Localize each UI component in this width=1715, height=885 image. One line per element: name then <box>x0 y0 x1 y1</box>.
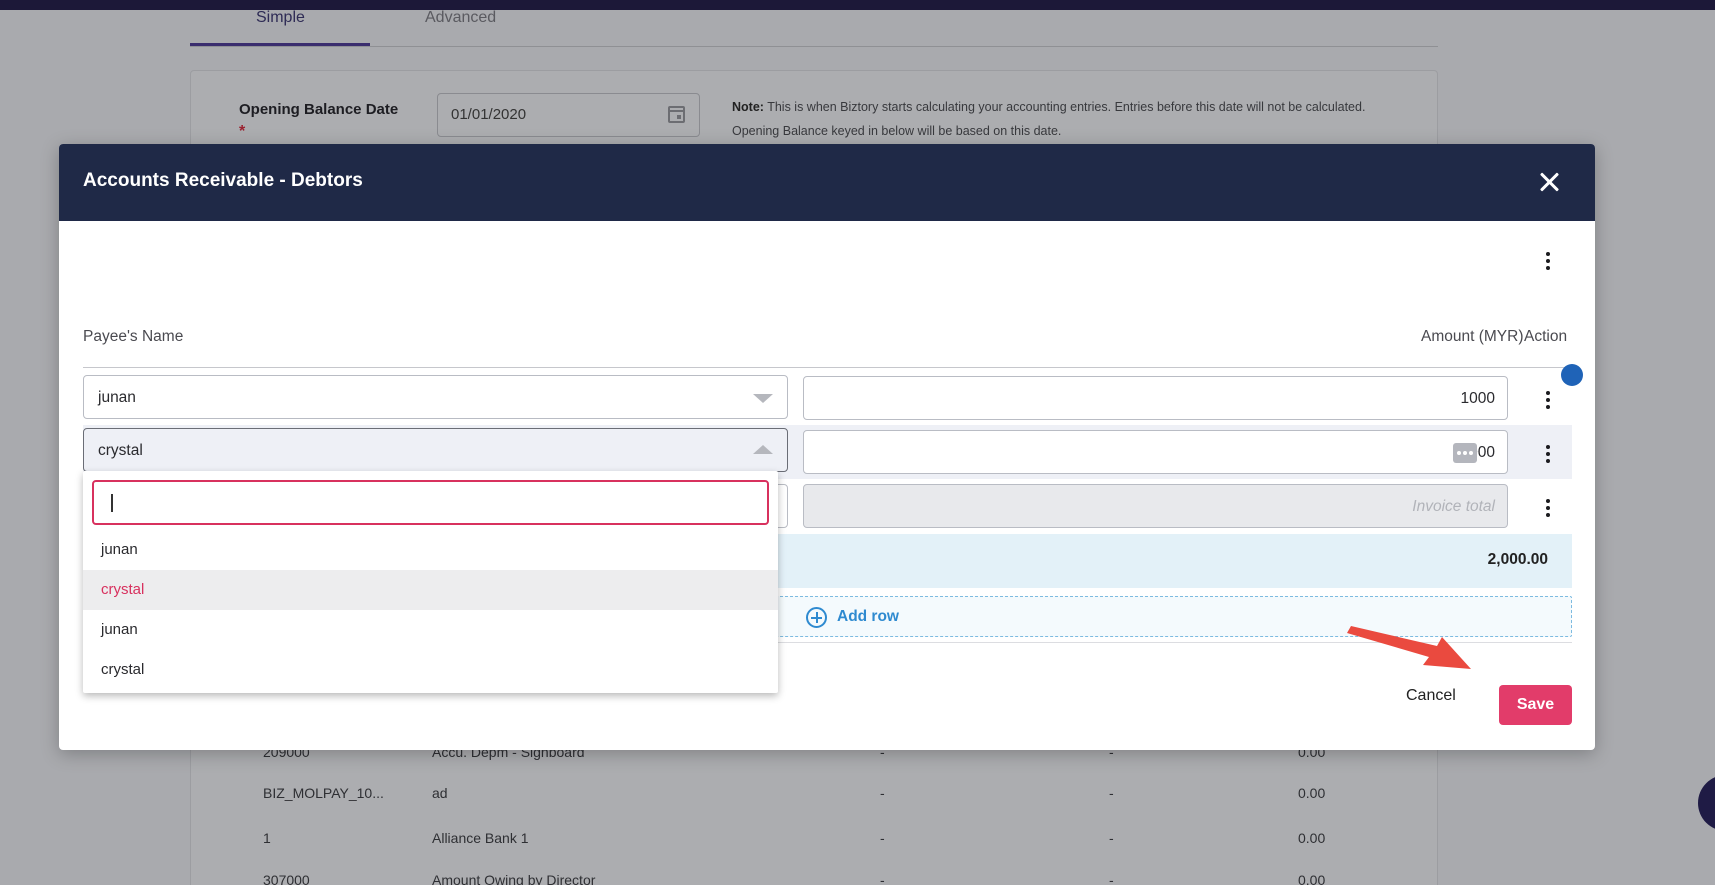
tab-advanced[interactable]: Advanced <box>425 9 496 27</box>
dropdown-option-selected[interactable]: crystal <box>83 570 778 610</box>
amount-input[interactable]: 1000 <box>803 376 1508 420</box>
row-actions-icon[interactable] <box>1538 388 1558 412</box>
ellipsis-icon[interactable] <box>1453 443 1477 463</box>
credit-value: - <box>1109 785 1114 801</box>
table-row: BIZ_MOLPAY_10... ad - - 0.00 <box>238 785 1388 805</box>
opening-balance-date-input[interactable]: 01/01/2020 <box>437 93 700 137</box>
balance-value: 0.00 <box>1298 785 1326 801</box>
close-icon[interactable] <box>1538 171 1560 193</box>
payee-select[interactable]: junan <box>83 375 788 419</box>
account-name: Alliance Bank 1 <box>432 830 529 846</box>
opening-balance-date-value: 01/01/2020 <box>451 106 527 123</box>
annotation-arrow-icon <box>1347 626 1471 669</box>
calendar-icon[interactable] <box>668 106 685 123</box>
table-row: 1 Alliance Bank 1 - - 0.00 <box>238 830 1388 850</box>
tab-simple[interactable]: Simple <box>256 9 305 27</box>
amount-input[interactable]: Invoice total <box>803 484 1508 528</box>
modal-title: Accounts Receivable - Debtors <box>83 170 363 191</box>
payee-value: crystal <box>98 442 143 459</box>
dropdown-search-input[interactable] <box>92 480 769 525</box>
tab-bar: Simple Advanced <box>190 0 1438 47</box>
active-tab-indicator <box>190 43 370 46</box>
amount-column-header: Amount (MYR) <box>1421 328 1524 345</box>
debit-value: - <box>880 785 885 801</box>
header-divider <box>83 367 1572 368</box>
amount-input[interactable]: 1000 <box>803 430 1508 474</box>
status-dot <box>1561 364 1583 386</box>
row-actions-icon[interactable] <box>1538 496 1558 520</box>
required-mark: * <box>239 123 246 140</box>
more-options-icon[interactable] <box>1538 249 1558 273</box>
chat-widget-button[interactable] <box>1698 775 1715 831</box>
dropdown-option[interactable]: junan <box>83 610 778 650</box>
cancel-button[interactable]: Cancel <box>1406 687 1456 705</box>
account-name: Amount Owing by Director <box>432 872 596 885</box>
account-name: ad <box>432 785 448 801</box>
dropdown-option[interactable]: junan <box>83 530 778 570</box>
table-row: 307000 Amount Owing by Director - - 0.00 <box>238 872 1388 885</box>
plus-circle-icon <box>806 607 827 628</box>
account-code: BIZ_MOLPAY_10... <box>263 785 384 801</box>
dropdown-option[interactable]: crystal <box>83 650 778 690</box>
debit-value: - <box>880 830 885 846</box>
credit-value: - <box>1109 830 1114 846</box>
balance-value: 0.00 <box>1298 830 1326 846</box>
balance-value: 0.00 <box>1298 872 1326 885</box>
total-amount: 2,000.00 <box>1487 551 1548 568</box>
text-cursor <box>111 494 113 512</box>
payee-select[interactable]: crystal <box>83 428 788 472</box>
save-button[interactable]: Save <box>1499 685 1572 725</box>
opening-balance-date-label: Opening Balance Date <box>239 101 399 118</box>
debit-value: - <box>880 872 885 885</box>
account-code: 1 <box>263 830 271 846</box>
action-column-header: Action <box>1524 328 1568 345</box>
row-actions-icon[interactable] <box>1538 442 1558 466</box>
opening-balance-note: Note: This is when Biztory starts calcul… <box>732 95 1412 143</box>
payee-column-header: Payee's Name <box>83 328 184 345</box>
add-row-label: Add row <box>837 608 899 625</box>
credit-value: - <box>1109 872 1114 885</box>
modal-header: Accounts Receivable - Debtors <box>59 144 1595 221</box>
chevron-down-icon[interactable] <box>753 394 773 403</box>
chevron-up-icon[interactable] <box>753 445 773 454</box>
note-text: This is when Biztory starts calculating … <box>732 100 1366 138</box>
payee-dropdown: junan crystal junan crystal <box>83 471 778 693</box>
payee-value: junan <box>98 389 136 406</box>
note-prefix: Note: <box>732 100 764 114</box>
account-code: 307000 <box>263 872 310 885</box>
